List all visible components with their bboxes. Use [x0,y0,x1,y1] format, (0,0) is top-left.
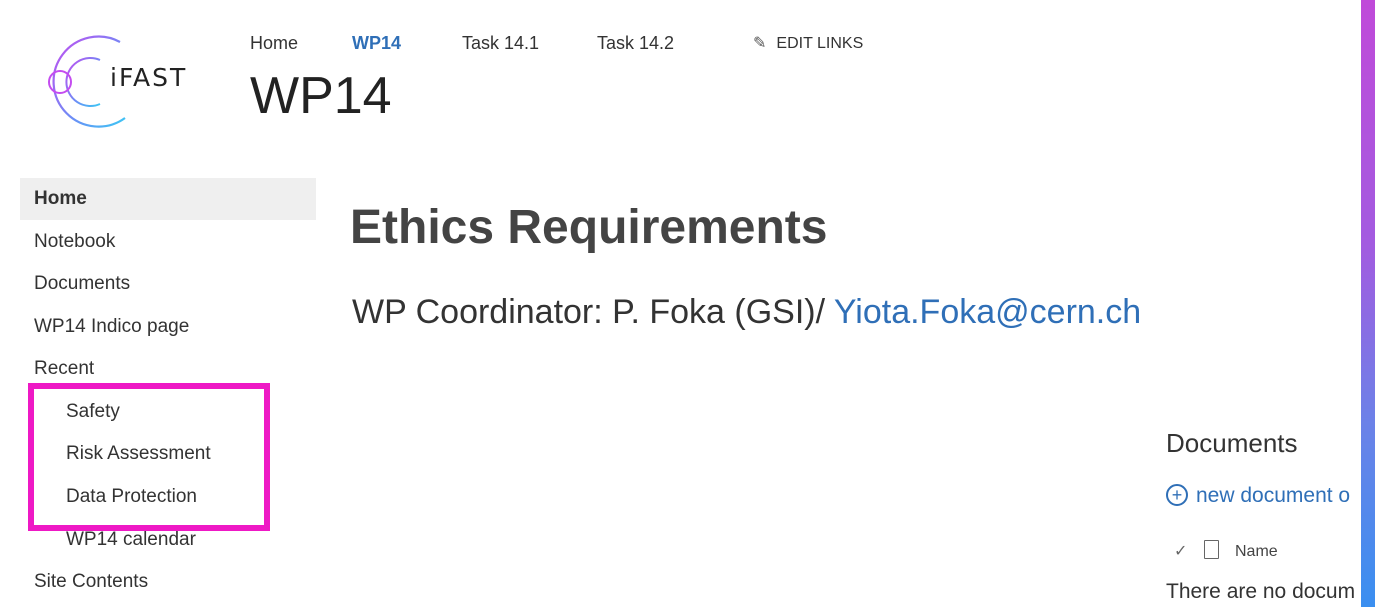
documents-title[interactable]: Documents [1166,428,1298,459]
site-title: WP14 [250,67,392,125]
new-document-label: new document o [1196,484,1351,507]
coordinator-line: WP Coordinator: P. Foka (GSI)/ Yiota.Fok… [352,293,1141,332]
topnav-item-task-14-2[interactable]: Task 14.2 [597,33,674,54]
topnav-item-home[interactable]: Home [250,33,298,54]
coordinator-text: WP Coordinator: P. Foka (GSI)/ [352,293,834,331]
pencil-icon: ✎ [753,35,767,52]
leftnav-item-wp14-indico-page[interactable]: WP14 Indico page [34,316,189,338]
leftnav-item-recent[interactable]: Recent [34,358,94,380]
file-type-icon [1204,540,1219,559]
topnav-item-task-14-1[interactable]: Task 14.1 [462,33,539,54]
edit-links-label: EDIT LINKS [776,35,864,52]
page-heading: Ethics Requirements [350,201,828,254]
documents-empty-message: There are no docum [1166,580,1356,603]
page: iFAST Home WP14 Task 14.1 Task 14.2 ✎ EDI… [0,0,1375,607]
leftnav-item-notebook[interactable]: Notebook [34,231,115,253]
documents-webpart: Documents + new document o ✓ Name There ar… [1166,428,1356,607]
ifast-logo[interactable]: iFAST [40,30,220,130]
leftnav-item-documents[interactable]: Documents [34,273,130,295]
edit-links-button[interactable]: ✎ EDIT LINKS [753,33,863,53]
checkmark-icon[interactable]: ✓ [1174,541,1198,561]
right-edge-strip [1361,0,1375,607]
leftnav-item-wp14-calendar[interactable]: WP14 calendar [66,529,196,551]
highlight-annotation-box [28,383,270,531]
coordinator-email-link[interactable]: Yiota.Foka@cern.ch [834,293,1141,331]
logo-text: iFAST [110,63,188,92]
leftnav-item-home[interactable]: Home [34,188,87,210]
leftnav-item-site-contents[interactable]: Site Contents [34,571,148,593]
documents-column-header: ✓ Name [1166,540,1278,561]
topnav-item-wp14[interactable]: WP14 [352,33,401,54]
new-document-link[interactable]: + new document o [1166,484,1350,508]
add-circle-icon: + [1166,484,1188,506]
column-name-label[interactable]: Name [1235,543,1278,560]
